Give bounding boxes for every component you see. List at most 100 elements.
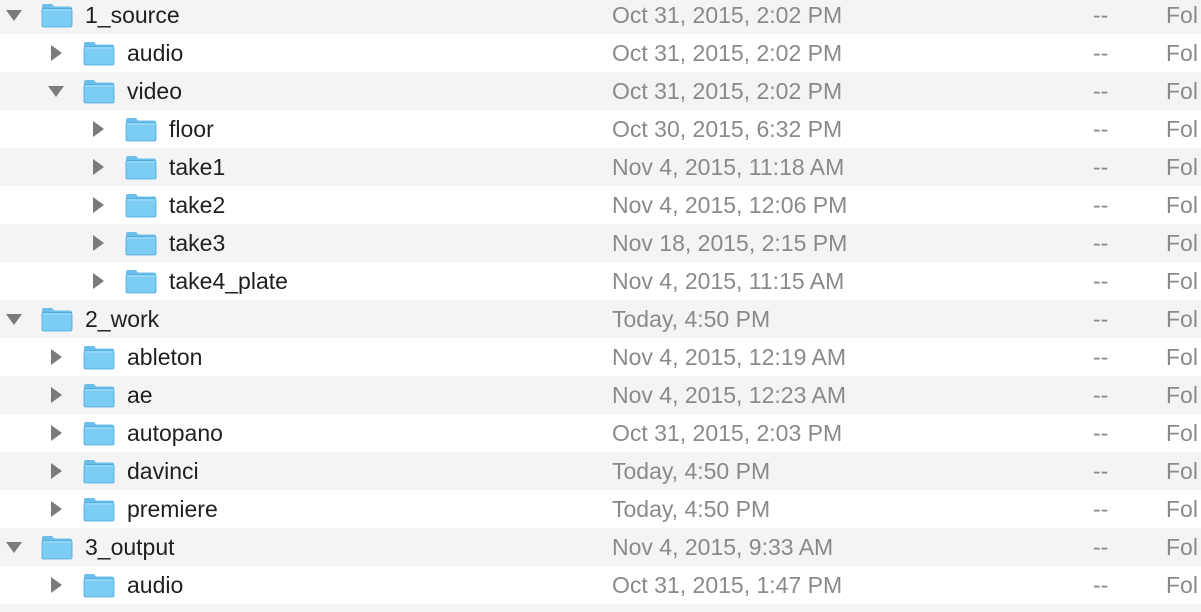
folder-icon	[83, 496, 115, 522]
date-modified: Oct 31, 2015, 2:02 PM	[612, 78, 843, 104]
folder-icon	[41, 306, 73, 332]
disclosure-collapsed-icon[interactable]	[42, 414, 70, 452]
disclosure-collapsed-icon[interactable]	[42, 566, 70, 604]
kind: Fol	[1166, 116, 1198, 142]
size: --	[1093, 154, 1109, 180]
date-modified: Oct 30, 2015, 6:32 PM	[612, 116, 843, 142]
folder-icon	[83, 78, 115, 104]
disclosure-expanded-icon[interactable]	[42, 72, 70, 110]
list-row-premiere[interactable]: premiere Today, 4:50 PM -- Fol	[0, 490, 1201, 528]
list-row-autopano[interactable]: autopano Oct 31, 2015, 2:03 PM -- Fol	[0, 414, 1201, 452]
disclosure-collapsed-icon[interactable]	[84, 186, 112, 224]
size: --	[1093, 382, 1109, 408]
size: --	[1093, 458, 1109, 484]
folder-icon	[125, 192, 157, 218]
folder-icon	[41, 2, 73, 28]
list-row-take2[interactable]: take2 Nov 4, 2015, 12:06 PM -- Fol	[0, 186, 1201, 224]
kind: Fol	[1166, 2, 1198, 28]
disclosure-collapsed-icon[interactable]	[42, 452, 70, 490]
size: --	[1093, 78, 1109, 104]
folder-icon	[83, 572, 115, 598]
kind: Fol	[1166, 306, 1198, 332]
list-row-ableton[interactable]: ableton Nov 4, 2015, 12:19 AM -- Fol	[0, 338, 1201, 376]
size: --	[1093, 572, 1109, 598]
disclosure-collapsed-icon[interactable]	[84, 148, 112, 186]
kind: Fol	[1166, 344, 1198, 370]
folder-name: 2_work	[85, 306, 160, 332]
folder-name: ableton	[127, 344, 203, 370]
folder-icon	[125, 154, 157, 180]
disclosure-collapsed-icon[interactable]	[84, 224, 112, 262]
list-row-take3[interactable]: take3 Nov 18, 2015, 2:15 PM -- Fol	[0, 224, 1201, 262]
folder-icon	[83, 40, 115, 66]
list-row-output-audio[interactable]: audio Oct 31, 2015, 1:47 PM -- Fol	[0, 566, 1201, 604]
kind: Fol	[1166, 40, 1198, 66]
disclosure-collapsed-icon[interactable]	[42, 376, 70, 414]
disclosure-expanded-icon[interactable]	[0, 300, 28, 338]
folder-icon	[125, 268, 157, 294]
disclosure-collapsed-icon[interactable]	[42, 490, 70, 528]
folder-icon	[83, 382, 115, 408]
list-row-floor[interactable]: floor Oct 30, 2015, 6:32 PM -- Fol	[0, 110, 1201, 148]
disclosure-collapsed-icon[interactable]	[42, 34, 70, 72]
list-row-take1[interactable]: take1 Nov 4, 2015, 11:18 AM -- Fol	[0, 148, 1201, 186]
size: --	[1093, 268, 1109, 294]
kind: Fol	[1166, 572, 1198, 598]
date-modified: Nov 4, 2015, 12:23 AM	[612, 382, 846, 408]
folder-name: audio	[127, 572, 184, 598]
disclosure-collapsed-icon[interactable]	[42, 338, 70, 376]
folder-name: ae	[127, 382, 153, 408]
folder-name: audio	[127, 40, 184, 66]
list-row-3-output[interactable]: 3_output Nov 4, 2015, 9:33 AM -- Fol	[0, 528, 1201, 566]
folder-name: video	[127, 78, 182, 104]
list-row-video[interactable]: video Oct 31, 2015, 2:02 PM -- Fol	[0, 72, 1201, 110]
date-modified: Nov 18, 2015, 2:15 PM	[612, 230, 848, 256]
kind: Fol	[1166, 420, 1198, 446]
size: --	[1093, 40, 1109, 66]
list-row-take4-plate[interactable]: take4_plate Nov 4, 2015, 11:15 AM -- Fol	[0, 262, 1201, 300]
kind: Fol	[1166, 192, 1198, 218]
folder-icon	[125, 230, 157, 256]
folder-name: take3	[169, 230, 226, 256]
kind: Fol	[1166, 534, 1198, 560]
list-row-partial[interactable]	[0, 604, 1201, 612]
date-modified: Today, 4:50 PM	[612, 496, 771, 522]
size: --	[1093, 306, 1109, 332]
list-row-ae[interactable]: ae Nov 4, 2015, 12:23 AM -- Fol	[0, 376, 1201, 414]
folder-name: take2	[169, 192, 226, 218]
date-modified: Nov 4, 2015, 11:15 AM	[612, 268, 845, 294]
list-row-davinci[interactable]: davinci Today, 4:50 PM -- Fol	[0, 452, 1201, 490]
date-modified: Oct 31, 2015, 2:02 PM	[612, 40, 843, 66]
list-row-1-source[interactable]: 1_source Oct 31, 2015, 2:02 PM -- Fol	[0, 0, 1201, 34]
size: --	[1093, 192, 1109, 218]
folder-name: take4_plate	[169, 268, 288, 294]
folder-icon	[41, 534, 73, 560]
kind: Fol	[1166, 382, 1198, 408]
folder-name: davinci	[127, 458, 199, 484]
date-modified: Oct 31, 2015, 2:02 PM	[612, 2, 843, 28]
disclosure-collapsed-icon[interactable]	[84, 110, 112, 148]
kind: Fol	[1166, 154, 1198, 180]
kind: Fol	[1166, 496, 1198, 522]
disclosure-expanded-icon[interactable]	[0, 0, 28, 34]
folder-icon	[83, 344, 115, 370]
folder-name: 1_source	[85, 2, 180, 28]
size: --	[1093, 420, 1109, 446]
disclosure-collapsed-icon[interactable]	[84, 262, 112, 300]
date-modified: Nov 4, 2015, 11:18 AM	[612, 154, 845, 180]
folder-name: take1	[169, 154, 226, 180]
size: --	[1093, 496, 1109, 522]
date-modified: Today, 4:50 PM	[612, 458, 771, 484]
folder-name: autopano	[127, 420, 223, 446]
list-row-2-work[interactable]: 2_work Today, 4:50 PM -- Fol	[0, 300, 1201, 338]
disclosure-expanded-icon[interactable]	[0, 528, 28, 566]
folder-name: 3_output	[85, 534, 175, 560]
kind: Fol	[1166, 458, 1198, 484]
date-modified: Today, 4:50 PM	[612, 306, 771, 332]
kind: Fol	[1166, 78, 1198, 104]
size: --	[1093, 230, 1109, 256]
date-modified: Oct 31, 2015, 1:47 PM	[612, 572, 843, 598]
folder-icon	[125, 116, 157, 142]
list-row-audio[interactable]: audio Oct 31, 2015, 2:02 PM -- Fol	[0, 34, 1201, 72]
folder-name: premiere	[127, 496, 218, 522]
